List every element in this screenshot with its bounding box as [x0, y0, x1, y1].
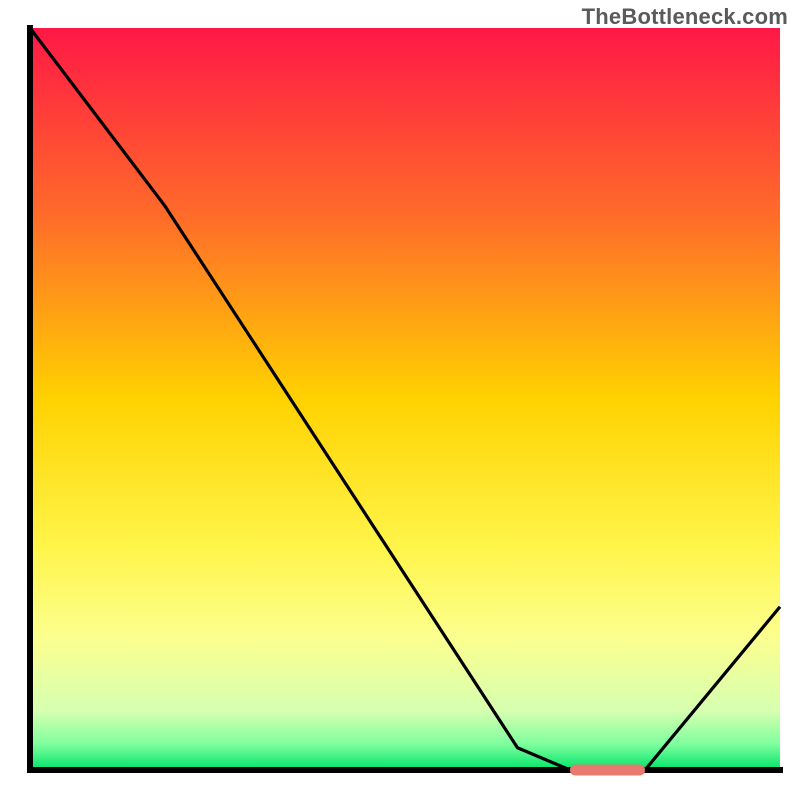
chart-container: TheBottleneck.com — [0, 0, 800, 800]
plot-background — [30, 28, 780, 770]
bottleneck-chart — [0, 0, 800, 800]
watermark-label: TheBottleneck.com — [582, 4, 788, 30]
optimal-range-marker — [570, 765, 645, 776]
